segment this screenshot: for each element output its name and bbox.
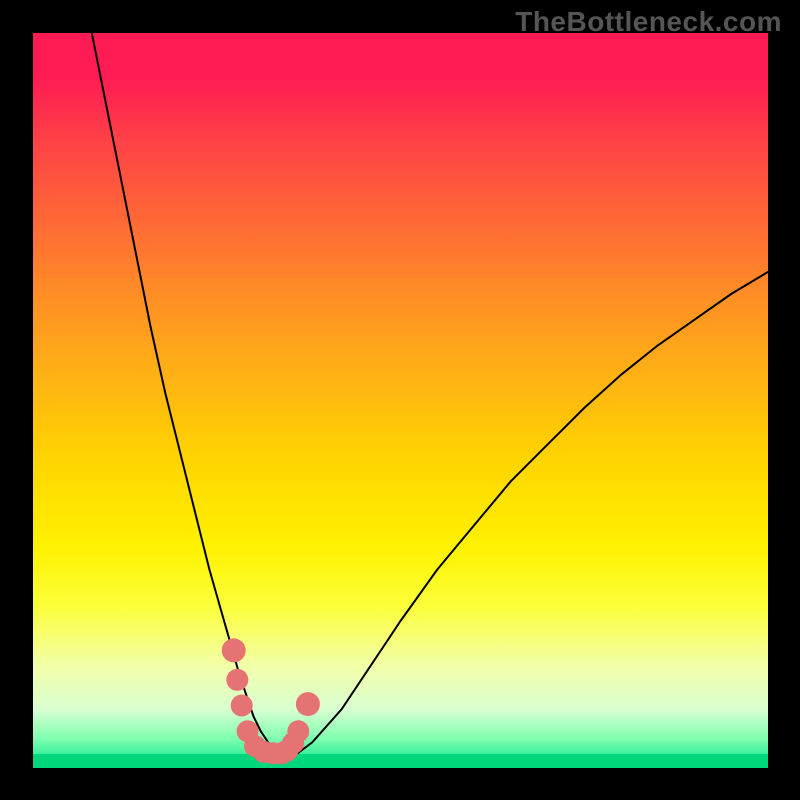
curve-overlay: [33, 33, 768, 768]
minimum-marker: [296, 692, 320, 716]
minimum-marker: [222, 638, 246, 662]
minimum-marker-cluster: [222, 638, 320, 764]
chart-stage: TheBottleneck.com: [0, 0, 800, 800]
minimum-marker: [226, 669, 248, 691]
bottleneck-curve: [92, 33, 768, 753]
minimum-marker: [231, 695, 253, 717]
minimum-marker: [287, 720, 309, 742]
plot-area: [33, 33, 768, 768]
